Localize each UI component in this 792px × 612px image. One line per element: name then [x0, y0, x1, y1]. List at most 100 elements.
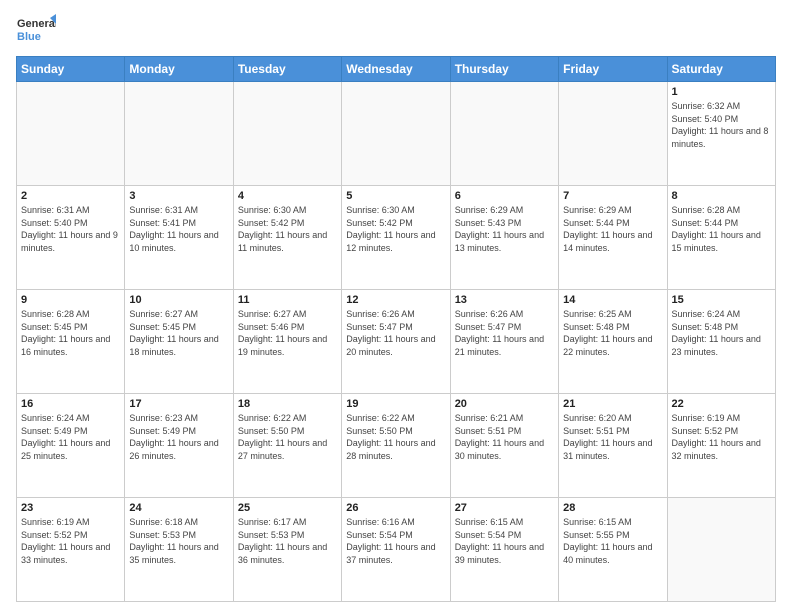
day-number: 18	[238, 398, 337, 410]
calendar-cell: 1 Sunrise: 6:32 AM Sunset: 5:40 PM Daylig…	[667, 82, 775, 186]
calendar-cell: 24Sunrise: 6:18 AM Sunset: 5:53 PM Dayli…	[125, 498, 233, 602]
calendar-cell	[233, 82, 341, 186]
calendar-cell: 17 Sunrise: 6:23 AM Sunset: 5:49 PM Dayli…	[125, 394, 233, 498]
calendar-cell: 5 Sunrise: 6:30 AM Sunset: 5:42 PM Daylig…	[342, 186, 450, 290]
svg-text:Blue: Blue	[17, 31, 41, 43]
day-header-monday: Monday	[125, 57, 233, 82]
day-number: 6	[455, 190, 554, 202]
calendar-cell: 20 Sunrise: 6:21 AM Sunset: 5:51 PM Dayli…	[450, 394, 558, 498]
day-info: Sunrise: 6:24 AM Sunset: 5:48 PM Dayligh…	[672, 308, 771, 358]
calendar-cell: 11 Sunrise: 6:27 AM Sunset: 5:46 PM Dayli…	[233, 290, 341, 394]
day-number: 10	[129, 294, 228, 306]
calendar-cell: 13 Sunrise: 6:26 AM Sunset: 5:47 PM Dayli…	[450, 290, 558, 394]
calendar-cell: 26 Sunrise: 6:16 AM Sunset: 5:54 PM Dayli…	[342, 498, 450, 602]
calendar-cell	[342, 82, 450, 186]
logo-svg: General Blue	[16, 12, 56, 48]
header: General Blue	[16, 12, 776, 48]
calendar-cell: 2 Sunrise: 6:31 AM Sunset: 5:40 PM Daylig…	[17, 186, 125, 290]
calendar-header-row: SundayMondayTuesdayWednesdayThursdayFrid…	[17, 57, 776, 82]
day-number: 22	[672, 398, 771, 410]
day-number: 19	[346, 398, 445, 410]
day-info: Sunrise: 6:20 AM Sunset: 5:51 PM Dayligh…	[563, 412, 662, 462]
day-header-saturday: Saturday	[667, 57, 775, 82]
day-info: Sunrise: 6:17 AM Sunset: 5:53 PM Dayligh…	[238, 516, 337, 566]
day-number: 17	[129, 398, 228, 410]
day-number: 14	[563, 294, 662, 306]
day-header-tuesday: Tuesday	[233, 57, 341, 82]
day-number: 27	[455, 502, 554, 514]
day-header-thursday: Thursday	[450, 57, 558, 82]
day-info: Sunrise: 6:26 AM Sunset: 5:47 PM Dayligh…	[455, 308, 554, 358]
day-info: Sunrise: 6:28 AM Sunset: 5:45 PM Dayligh…	[21, 308, 120, 358]
calendar-cell: 12Sunrise: 6:26 AM Sunset: 5:47 PM Dayli…	[342, 290, 450, 394]
day-number: 23	[21, 502, 120, 514]
day-number: 5	[346, 190, 445, 202]
day-info: Sunrise: 6:31 AM Sunset: 5:41 PM Dayligh…	[129, 204, 228, 254]
svg-text:General: General	[17, 18, 56, 30]
calendar-week-1: 1 Sunrise: 6:32 AM Sunset: 5:40 PM Daylig…	[17, 82, 776, 186]
day-number: 15	[672, 294, 771, 306]
day-number: 20	[455, 398, 554, 410]
day-info: Sunrise: 6:28 AM Sunset: 5:44 PM Dayligh…	[672, 204, 771, 254]
day-info: Sunrise: 6:22 AM Sunset: 5:50 PM Dayligh…	[346, 412, 445, 462]
day-info: Sunrise: 6:31 AM Sunset: 5:40 PM Dayligh…	[21, 204, 120, 254]
day-number: 11	[238, 294, 337, 306]
day-info: Sunrise: 6:27 AM Sunset: 5:46 PM Dayligh…	[238, 308, 337, 358]
day-number: 13	[455, 294, 554, 306]
calendar-cell: 6Sunrise: 6:29 AM Sunset: 5:43 PM Daylig…	[450, 186, 558, 290]
calendar-cell: 3 Sunrise: 6:31 AM Sunset: 5:41 PM Daylig…	[125, 186, 233, 290]
calendar-cell: 14Sunrise: 6:25 AM Sunset: 5:48 PM Dayli…	[559, 290, 667, 394]
day-info: Sunrise: 6:16 AM Sunset: 5:54 PM Dayligh…	[346, 516, 445, 566]
day-info: Sunrise: 6:23 AM Sunset: 5:49 PM Dayligh…	[129, 412, 228, 462]
day-info: Sunrise: 6:15 AM Sunset: 5:54 PM Dayligh…	[455, 516, 554, 566]
calendar-cell: 8 Sunrise: 6:28 AM Sunset: 5:44 PM Daylig…	[667, 186, 775, 290]
calendar-cell: 28 Sunrise: 6:15 AM Sunset: 5:55 PM Dayli…	[559, 498, 667, 602]
day-number: 25	[238, 502, 337, 514]
day-number: 24	[129, 502, 228, 514]
day-info: Sunrise: 6:30 AM Sunset: 5:42 PM Dayligh…	[238, 204, 337, 254]
calendar-table: SundayMondayTuesdayWednesdayThursdayFrid…	[16, 56, 776, 602]
day-number: 3	[129, 190, 228, 202]
day-number: 9	[21, 294, 120, 306]
calendar-cell: 7 Sunrise: 6:29 AM Sunset: 5:44 PM Daylig…	[559, 186, 667, 290]
day-number: 8	[672, 190, 771, 202]
calendar-cell: 15 Sunrise: 6:24 AM Sunset: 5:48 PM Dayli…	[667, 290, 775, 394]
day-info: Sunrise: 6:19 AM Sunset: 5:52 PM Dayligh…	[672, 412, 771, 462]
calendar-cell: 23Sunrise: 6:19 AM Sunset: 5:52 PM Dayli…	[17, 498, 125, 602]
calendar-cell	[17, 82, 125, 186]
day-number: 16	[21, 398, 120, 410]
day-number: 7	[563, 190, 662, 202]
day-number: 12	[346, 294, 445, 306]
calendar-cell	[450, 82, 558, 186]
day-number: 28	[563, 502, 662, 514]
logo: General Blue	[16, 12, 56, 48]
day-header-sunday: Sunday	[17, 57, 125, 82]
day-info: Sunrise: 6:30 AM Sunset: 5:42 PM Dayligh…	[346, 204, 445, 254]
calendar-cell: 22 Sunrise: 6:19 AM Sunset: 5:52 PM Dayli…	[667, 394, 775, 498]
calendar-week-2: 2 Sunrise: 6:31 AM Sunset: 5:40 PM Daylig…	[17, 186, 776, 290]
calendar-cell	[125, 82, 233, 186]
calendar-cell: 19 Sunrise: 6:22 AM Sunset: 5:50 PM Dayli…	[342, 394, 450, 498]
calendar-cell	[559, 82, 667, 186]
calendar-cell: 21 Sunrise: 6:20 AM Sunset: 5:51 PM Dayli…	[559, 394, 667, 498]
calendar-week-4: 16 Sunrise: 6:24 AM Sunset: 5:49 PM Dayli…	[17, 394, 776, 498]
day-info: Sunrise: 6:15 AM Sunset: 5:55 PM Dayligh…	[563, 516, 662, 566]
day-info: Sunrise: 6:21 AM Sunset: 5:51 PM Dayligh…	[455, 412, 554, 462]
calendar-cell: 9 Sunrise: 6:28 AM Sunset: 5:45 PM Daylig…	[17, 290, 125, 394]
calendar-week-3: 9 Sunrise: 6:28 AM Sunset: 5:45 PM Daylig…	[17, 290, 776, 394]
calendar-cell: 4 Sunrise: 6:30 AM Sunset: 5:42 PM Daylig…	[233, 186, 341, 290]
day-info: Sunrise: 6:24 AM Sunset: 5:49 PM Dayligh…	[21, 412, 120, 462]
calendar-cell: 27 Sunrise: 6:15 AM Sunset: 5:54 PM Dayli…	[450, 498, 558, 602]
day-number: 1	[672, 86, 771, 98]
day-number: 21	[563, 398, 662, 410]
day-number: 2	[21, 190, 120, 202]
day-info: Sunrise: 6:32 AM Sunset: 5:40 PM Dayligh…	[672, 100, 771, 150]
day-number: 26	[346, 502, 445, 514]
calendar-week-5: 23Sunrise: 6:19 AM Sunset: 5:52 PM Dayli…	[17, 498, 776, 602]
day-info: Sunrise: 6:27 AM Sunset: 5:45 PM Dayligh…	[129, 308, 228, 358]
day-info: Sunrise: 6:22 AM Sunset: 5:50 PM Dayligh…	[238, 412, 337, 462]
day-header-friday: Friday	[559, 57, 667, 82]
day-number: 4	[238, 190, 337, 202]
day-header-wednesday: Wednesday	[342, 57, 450, 82]
day-info: Sunrise: 6:29 AM Sunset: 5:44 PM Dayligh…	[563, 204, 662, 254]
